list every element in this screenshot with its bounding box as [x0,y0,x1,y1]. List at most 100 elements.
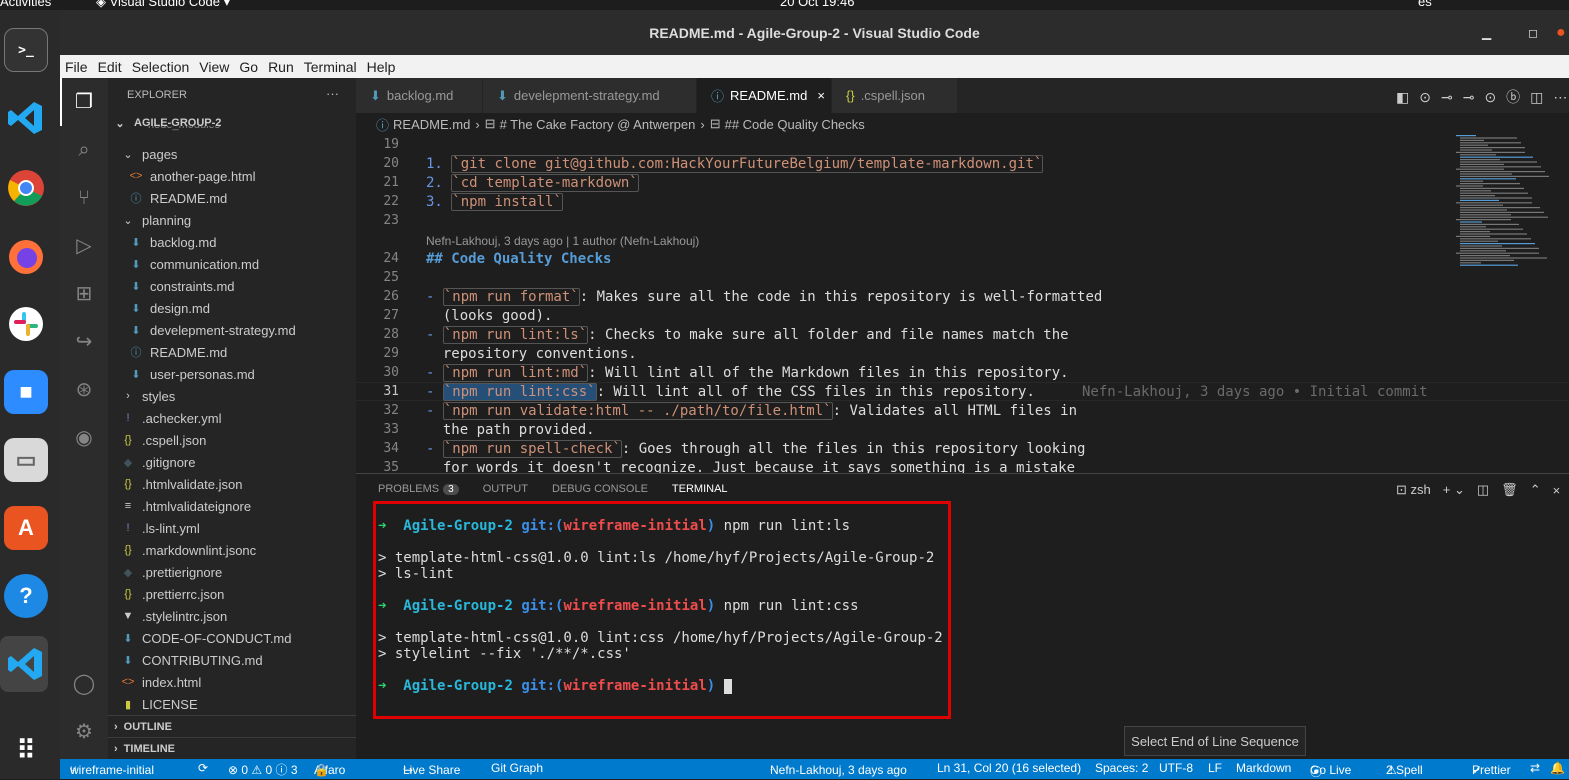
menu-go[interactable]: Go [234,59,263,75]
close-icon[interactable]: ● [1556,10,1566,55]
outline-section[interactable]: › OUTLINE [108,715,356,737]
breadcrumb-h2[interactable]: ## Code Quality Checks [725,117,865,132]
tree-item[interactable]: ≡ .htmlvalidateignore [120,495,251,517]
source-control-icon[interactable]: ⑂ [72,186,96,210]
status-problems[interactable]: ⊗ 0 ⚠ 0 ⓘ 3 [228,761,298,778]
new-terminal-icon[interactable]: + ⌄ [1443,482,1465,498]
tree-item[interactable]: <> another-page.html [128,165,256,187]
language-indicator[interactable]: es [1418,0,1432,9]
tree-item[interactable]: ! .ls-lint.yml [120,517,199,539]
git-graph-icon[interactable]: ⊛ [72,378,96,402]
tree-item[interactable]: ◆ .prettierignore [120,561,222,583]
live-share-icon[interactable]: ↪ [72,330,96,354]
account-icon[interactable]: ◯ [72,672,96,696]
menu-run[interactable]: Run [263,59,299,75]
status-indent[interactable]: Spaces: 2 [1095,761,1148,775]
tree-item[interactable]: ⬇ backlog.md [128,231,216,253]
zoom-icon[interactable]: ■ [4,370,48,414]
tree-item[interactable]: <> index.html [120,671,202,693]
breadcrumb-h1[interactable]: # The Cake Factory @ Antwerpen [500,117,696,132]
terminal-shell-selector[interactable]: ⊡ zsh [1396,482,1431,498]
close-tab-icon[interactable]: × [817,88,825,103]
close-panel-icon[interactable]: × [1553,483,1561,498]
terminal-icon[interactable]: >_ [4,28,48,72]
tree-item[interactable]: {} .htmlvalidate.json [120,473,242,495]
code-editor[interactable]: Nefn-Lakhouj, 3 days ago | 1 author (Nef… [356,135,1569,473]
chrome-icon[interactable] [4,166,48,210]
split-terminal-icon[interactable]: ◫ [1477,482,1489,498]
menu-help[interactable]: Help [362,59,401,75]
tree-item[interactable]: ⬇ communication.md [128,253,259,275]
terminal-output[interactable]: ➜ Agile-Group-2 git:(wireframe-initial) … [373,501,951,719]
status-position[interactable]: Ln 31, Col 20 (16 selected) [937,761,1081,775]
activities-button[interactable]: Activities [0,0,51,9]
maximize-icon[interactable]: ◻ [1528,10,1538,55]
menu-selection[interactable]: Selection [127,59,195,75]
sync-icon[interactable]: ⟳ [198,761,208,775]
status-gitgraph[interactable]: Git Graph [491,761,543,775]
tree-item[interactable]: ⌄ planning [120,209,191,231]
tree-item[interactable]: ⬇ constraints.md [128,275,234,297]
tree-item[interactable]: {} .prettierrc.json [120,583,224,605]
bell-icon[interactable]: 🔔 [1550,761,1565,775]
tab-readme[interactable]: ⓘ README.md × [697,78,832,113]
tab-debug-console[interactable]: DEBUG CONSOLE [552,483,648,502]
tab-develepment-strategy[interactable]: ⬇ develepment-strategy.md [483,78,697,113]
tab-terminal[interactable]: TERMINAL [671,483,728,502]
tab-output[interactable]: OUTPUT [483,483,528,502]
codelens[interactable]: Nefn-Lakhouj, 3 days ago | 1 author (Nef… [426,234,699,248]
breadcrumb-file[interactable]: README.md [393,117,470,132]
code-line: for words it doesn't recognize. Just bec… [426,460,1075,473]
more-actions-icon[interactable]: ··· [326,86,339,101]
tab-problems[interactable]: PROBLEMS 3 [378,483,459,502]
tree-item[interactable]: ⓘ README.md [128,187,228,209]
slack-icon[interactable] [4,302,48,346]
menu-edit[interactable]: Edit [93,59,127,75]
github-icon[interactable]: ◉ [72,426,96,450]
tree-item[interactable]: ⬇ CODE-OF-CONDUCT.md [120,627,291,649]
help-icon[interactable]: ? [4,574,48,618]
tree-item[interactable]: ⬇ design.md [128,297,210,319]
run-debug-icon[interactable]: ▷ [72,234,96,258]
software-icon[interactable]: A [4,506,48,550]
show-apps-icon[interactable]: ⠿ [4,728,48,772]
minimap[interactable] [1456,135,1556,275]
firefox-icon[interactable] [4,234,48,278]
vscode-icon[interactable] [4,642,48,686]
settings-gear-icon[interactable]: ⚙ [72,720,96,744]
search-icon[interactable]: ⌕ [72,138,96,162]
clock[interactable]: 20 Oct 19:46 [780,0,854,9]
tree-item[interactable]: ▮ LICENSE [120,693,198,715]
tab-cspell[interactable]: {} .cspell.json [832,78,958,113]
status-language[interactable]: Markdown [1236,761,1291,775]
tree-item[interactable]: › styles [120,385,175,407]
tree-item[interactable]: ! .achecker.yml [120,407,221,429]
trash-icon[interactable]: 🗑 [1501,482,1518,498]
files-icon[interactable]: ▭ [4,438,48,482]
extensions-icon[interactable]: ⊞ [72,282,96,306]
tree-item[interactable]: ⌄ pages [120,143,177,165]
feedback-icon[interactable]: ⇄ [1530,761,1540,775]
tree-item[interactable]: {} .markdownlint.jsonc [120,539,256,561]
timeline-section[interactable]: › TIMELINE [108,737,356,759]
markdown-icon: ⬇ [123,632,133,645]
tree-item[interactable]: ⓘ README.md [128,341,228,363]
editor-actions[interactable]: ◧⊙⊸⊸⊙ⓑ◫⋯ [1396,87,1569,107]
maximize-panel-icon[interactable]: ⌃ [1530,482,1541,498]
tree-item[interactable]: ◆ .gitignore [120,451,196,473]
status-eol[interactable]: LF [1208,761,1222,775]
menu-file[interactable]: File [60,59,93,75]
menu-view[interactable]: View [194,59,234,75]
tree-item[interactable]: ⬇ CONTRIBUTING.md [120,649,262,671]
menu-terminal[interactable]: Terminal [299,59,362,75]
app-menu[interactable]: ◈ Visual Studio Code ▾ [96,0,230,10]
minimize-icon[interactable]: ▁ [1482,10,1491,55]
tab-backlog[interactable]: ⬇ backlog.md [356,78,483,113]
tree-item[interactable]: ⬇ develepment-strategy.md [128,319,295,341]
status-encoding[interactable]: UTF-8 [1159,761,1193,775]
tree-item[interactable]: ▼ .stylelintrc.json [120,605,228,627]
vscode-icon[interactable] [4,96,48,140]
tree-item[interactable]: {} .cspell.json [120,429,206,451]
tree-item[interactable]: ⬇ user-personas.md [128,363,254,385]
explorer-icon[interactable]: ❐ [72,90,96,114]
